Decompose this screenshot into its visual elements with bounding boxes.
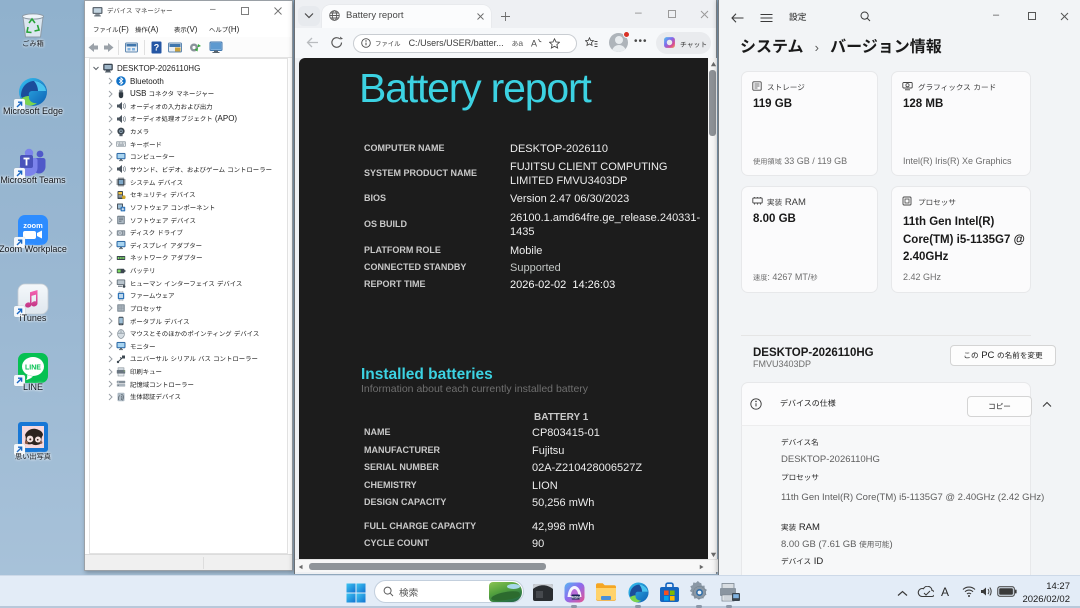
- svg-text:?: ?: [154, 43, 160, 53]
- svg-text:zoom: zoom: [23, 221, 43, 230]
- svg-text:MSN: MSN: [571, 595, 580, 599]
- svg-text:LINE: LINE: [25, 365, 41, 372]
- svg-text:A: A: [531, 38, 537, 48]
